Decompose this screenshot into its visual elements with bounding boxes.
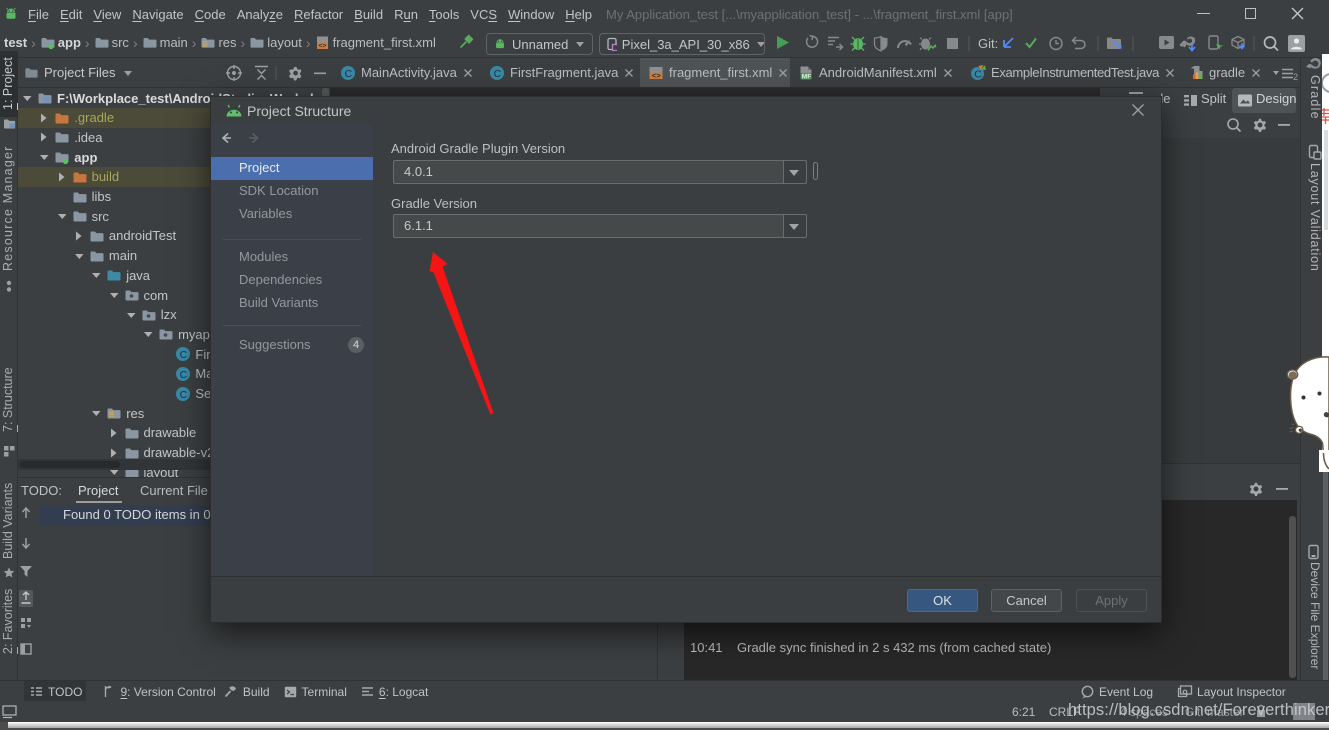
- svg-text:C: C: [180, 349, 188, 361]
- svg-text:MF: MF: [802, 73, 811, 80]
- svg-text:C: C: [494, 68, 502, 80]
- svg-text:C: C: [974, 68, 982, 80]
- svg-text:C: C: [180, 369, 188, 381]
- svg-text:<>: <>: [652, 73, 662, 81]
- svg-text:C: C: [345, 68, 353, 80]
- svg-text:Git:: Git:: [978, 36, 998, 51]
- svg-text:2: 2: [1293, 72, 1298, 81]
- svg-text:<>: <>: [318, 43, 326, 50]
- svg-text:C: C: [180, 389, 188, 401]
